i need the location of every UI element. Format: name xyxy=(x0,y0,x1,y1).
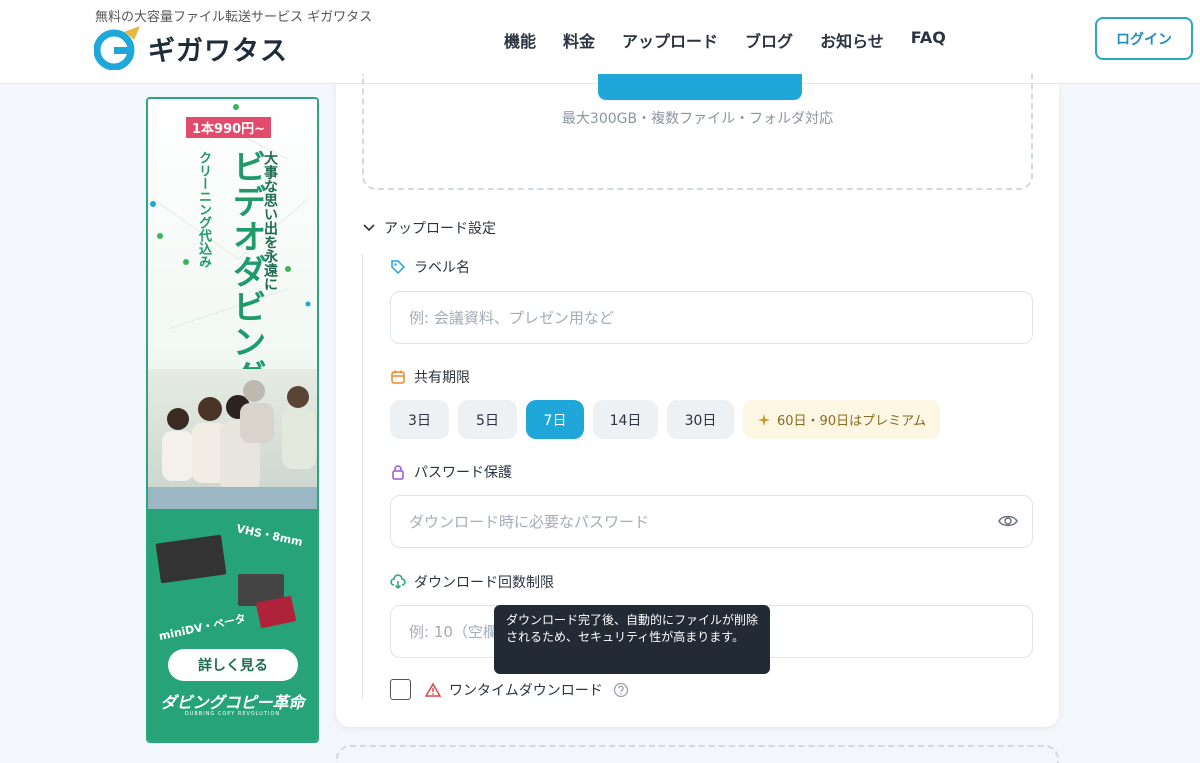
nav-item-upload[interactable]: アップロード xyxy=(622,28,718,52)
logo-text: ギガワタス xyxy=(148,35,288,67)
nav-item-blog[interactable]: ブログ xyxy=(745,28,793,52)
expiry-label: 共有期限 xyxy=(414,370,470,386)
file-dropzone[interactable]: 最大300GB・複数ファイル・フォルダ対応 xyxy=(362,74,1033,190)
main-nav: 機能 料金 アップロード ブログ お知らせ FAQ xyxy=(504,28,973,52)
ad-details-button[interactable]: 詳しく見る xyxy=(168,649,298,681)
nav-item-features[interactable]: 機能 xyxy=(504,28,536,52)
upload-card: 最大300GB・複数ファイル・フォルダ対応 アップロード設定 ラベル名 共有期限… xyxy=(336,74,1059,727)
one-time-download-label: ワンタイムダウンロード xyxy=(449,682,603,699)
site-logo[interactable]: ギガワタス xyxy=(93,26,288,71)
download-limit-label: ダウンロード回数制限 xyxy=(414,575,554,591)
expiry-option-3d[interactable]: 3日 xyxy=(390,400,449,439)
one-time-download-row: ワンタイムダウンロード xyxy=(390,679,629,700)
cloud-download-icon xyxy=(390,574,406,590)
upload-settings-title: アップロード設定 xyxy=(384,221,496,237)
expiry-option-30d[interactable]: 30日 xyxy=(667,400,734,439)
site-tagline: 無料の大容量ファイル転送サービス ギガワタス xyxy=(95,10,373,25)
upload-limit-note: 最大300GB・複数ファイル・フォルダ対応 xyxy=(561,111,834,127)
download-limit-heading: ダウンロード回数制限 xyxy=(390,572,554,592)
next-section-card xyxy=(336,745,1059,763)
lock-icon xyxy=(392,465,404,480)
premium-expiry-note: 60日・90日はプレミアム xyxy=(777,414,927,429)
site-header: 無料の大容量ファイル転送サービス ギガワタス ギガワタス 機能 料金 アップロー… xyxy=(0,0,1200,84)
ad-cleaning-note: クリーニング代込み xyxy=(196,151,211,268)
expiry-option-5d[interactable]: 5日 xyxy=(458,400,517,439)
eye-icon[interactable] xyxy=(998,511,1018,535)
label-name-label: ラベル名 xyxy=(414,260,470,276)
ad-brand-subtitle: DUBBING COPY REVOLUTION xyxy=(184,711,281,717)
ad-subheadline: 大事な思い出を永遠に xyxy=(262,151,278,291)
label-name-input[interactable] xyxy=(390,291,1033,344)
ad-family-photo xyxy=(148,369,317,509)
nav-item-pricing[interactable]: 料金 xyxy=(563,28,595,52)
login-button[interactable]: ログイン xyxy=(1095,17,1193,60)
expiry-option-14d[interactable]: 14日 xyxy=(593,400,658,439)
tag-icon xyxy=(391,260,406,275)
password-input[interactable] xyxy=(390,495,1033,548)
logo-mark-icon xyxy=(93,26,142,71)
one-time-tooltip: ダウンロード完了後、自動的にファイルが削除されるため、セキュリティ性が高まります… xyxy=(494,605,770,674)
nav-item-faq[interactable]: FAQ xyxy=(911,28,946,52)
label-name-heading: ラベル名 xyxy=(390,257,470,277)
calendar-icon xyxy=(391,370,405,384)
ad-price-badge: 1本990円~ xyxy=(186,117,272,138)
one-time-download-checkbox[interactable] xyxy=(390,679,411,700)
expiry-heading: 共有期限 xyxy=(390,367,470,387)
warning-icon xyxy=(425,682,441,697)
settings-divider xyxy=(362,254,363,699)
password-label: パスワード保護 xyxy=(414,465,512,481)
expiry-options: 3日 5日 7日 14日 30日 60日・90日はプレミアム xyxy=(390,400,941,439)
chevron-down-icon xyxy=(363,224,375,232)
expiry-option-7d[interactable]: 7日 xyxy=(526,400,584,439)
ad-banner[interactable]: 1本990円~ ビデオダビング 大事な思い出を永遠に クリーニング代込み VHS… xyxy=(146,97,319,743)
nav-item-news[interactable]: お知らせ xyxy=(820,28,884,52)
upload-settings-toggle[interactable]: アップロード設定 xyxy=(362,218,496,238)
select-files-button[interactable] xyxy=(598,74,802,100)
help-icon[interactable] xyxy=(613,682,629,698)
ad-brand-logo: ダビングコピー革命 xyxy=(160,693,305,712)
premium-expiry-badge: 60日・90日はプレミアム xyxy=(743,400,941,439)
password-heading: パスワード保護 xyxy=(390,462,512,482)
sparkle-icon xyxy=(758,413,770,426)
